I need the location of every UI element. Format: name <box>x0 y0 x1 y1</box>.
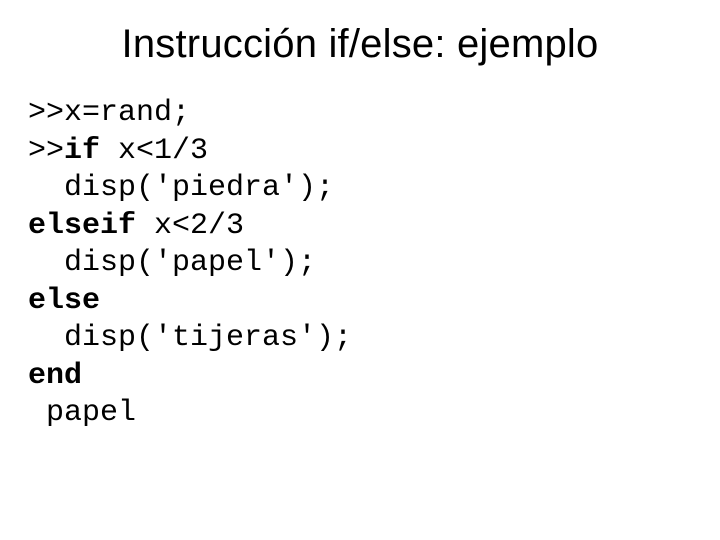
keyword-end: end <box>28 359 82 393</box>
slide: Instrucción if/else: ejemplo >>x=rand; >… <box>0 0 720 540</box>
output-text: papel <box>28 396 136 430</box>
code-text: disp('papel'); <box>28 246 316 280</box>
code-text: disp('tijeras'); <box>28 321 352 355</box>
prompt: >> <box>28 134 64 168</box>
code-text: x=rand; <box>64 96 190 130</box>
slide-title: Instrucción if/else: ejemplo <box>28 22 692 67</box>
code-block: >>x=rand; >>if x<1/3 disp('piedra'); els… <box>28 95 692 433</box>
keyword-elseif: elseif <box>28 209 136 243</box>
code-text: x<1/3 <box>100 134 208 168</box>
keyword-else: else <box>28 284 100 318</box>
code-text: disp('piedra'); <box>28 171 334 205</box>
code-text: x<2/3 <box>136 209 244 243</box>
prompt: >> <box>28 96 64 130</box>
keyword-if: if <box>64 134 100 168</box>
